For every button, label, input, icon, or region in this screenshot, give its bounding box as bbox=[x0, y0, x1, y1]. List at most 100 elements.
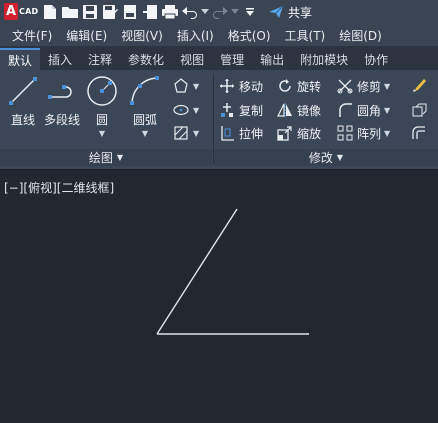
draw-panel-dropdown-icon: ▼ bbox=[116, 153, 124, 162]
hatch-dropdown-icon[interactable]: ▼ bbox=[193, 129, 199, 138]
explode-icon bbox=[410, 101, 428, 119]
undo-dropdown-icon[interactable] bbox=[200, 2, 210, 22]
ellipse-icon bbox=[172, 101, 190, 119]
draw-panel-label: 绘图 bbox=[88, 151, 113, 165]
menu-edit[interactable]: 编辑(E) bbox=[52, 27, 107, 44]
array-tool[interactable]: 阵列 ▼ bbox=[336, 123, 390, 143]
mirror-label: 镜像 bbox=[297, 103, 322, 118]
offset-tool[interactable] bbox=[410, 123, 428, 143]
tab-manage[interactable]: 管理 bbox=[212, 48, 252, 70]
fillet-icon bbox=[336, 101, 354, 119]
arc-icon bbox=[128, 74, 162, 108]
line-tool[interactable]: 直线 bbox=[3, 74, 43, 128]
erase-tool[interactable] bbox=[410, 76, 428, 96]
open-folder-icon[interactable] bbox=[60, 2, 80, 22]
tab-output[interactable]: 输出 bbox=[252, 48, 292, 70]
erase-icon bbox=[410, 77, 428, 95]
stretch-label: 拉伸 bbox=[239, 126, 264, 141]
drawn-line-diagonal[interactable] bbox=[156, 208, 238, 335]
mirror-icon bbox=[276, 101, 294, 119]
tab-addins[interactable]: 附加模块 bbox=[292, 48, 356, 70]
share-button[interactable]: 共享 bbox=[268, 4, 312, 21]
trim-tool[interactable]: 修剪 ▼ bbox=[336, 76, 390, 96]
circle-dropdown-icon[interactable]: ▼ bbox=[99, 129, 105, 138]
quick-access-toolbar: A CAD 共享 bbox=[0, 0, 438, 24]
polygon-icon bbox=[172, 77, 190, 95]
publish-icon[interactable] bbox=[120, 2, 140, 22]
polyline-tool[interactable]: 多段线 bbox=[42, 74, 82, 128]
hatch-tool[interactable]: ▼ bbox=[172, 123, 199, 143]
move-icon bbox=[218, 77, 236, 95]
arc-dropdown-icon[interactable]: ▼ bbox=[142, 129, 148, 138]
move-tool[interactable]: 移动 bbox=[218, 76, 263, 96]
mirror-tool[interactable]: 镜像 bbox=[276, 100, 321, 120]
polygon-dropdown-icon[interactable]: ▼ bbox=[193, 82, 199, 91]
menu-insert[interactable]: 插入(I) bbox=[163, 27, 214, 44]
drawing-canvas[interactable]: [−][俯视][二维线框] bbox=[0, 171, 438, 423]
trim-label: 修剪 bbox=[357, 79, 382, 94]
fillet-tool[interactable]: 圆角 ▼ bbox=[336, 100, 390, 120]
scale-tool[interactable]: 缩放 bbox=[276, 123, 321, 143]
app-logo-letter: A bbox=[4, 3, 18, 20]
hatch-icon bbox=[172, 124, 190, 142]
ellipse-tool[interactable]: ▼ bbox=[172, 100, 199, 120]
menu-draw[interactable]: 绘图(D) bbox=[325, 27, 382, 44]
stretch-icon bbox=[218, 124, 236, 142]
customize-dropdown-icon[interactable] bbox=[240, 2, 260, 22]
rotate-icon bbox=[276, 77, 294, 95]
rotate-tool[interactable]: 旋转 bbox=[276, 76, 321, 96]
save-as-icon[interactable] bbox=[100, 2, 120, 22]
tab-view[interactable]: 视图 bbox=[172, 48, 212, 70]
redo-icon[interactable] bbox=[210, 2, 230, 22]
tab-annotate[interactable]: 注释 bbox=[80, 48, 120, 70]
rectangle-polygon-tool[interactable]: ▼ bbox=[172, 76, 199, 96]
copy-tool[interactable]: 复制 bbox=[218, 100, 263, 120]
stretch-tool[interactable]: 拉伸 bbox=[218, 123, 263, 143]
undo-icon[interactable] bbox=[180, 2, 200, 22]
ribbon-panel: 直线 多段线 圆 ▼ 圆弧 ▼ ▼ ▼ ▼ 绘图 ▼ 移动 旋转 修剪 ▼ 复制… bbox=[0, 70, 438, 170]
new-file-icon[interactable] bbox=[40, 2, 60, 22]
menu-bar: 文件(F) 编辑(E) 视图(V) 插入(I) 格式(O) 工具(T) 绘图(D… bbox=[0, 24, 438, 46]
share-icon bbox=[269, 5, 284, 18]
ribbon-tabs: 默认 插入 注释 参数化 视图 管理 输出 附加模块 协作 bbox=[0, 46, 438, 70]
array-label: 阵列 bbox=[357, 126, 382, 141]
arc-tool[interactable]: 圆弧 ▼ bbox=[125, 74, 165, 138]
polyline-icon bbox=[45, 74, 79, 108]
tab-collaborate[interactable]: 协作 bbox=[356, 48, 396, 70]
save-icon[interactable] bbox=[80, 2, 100, 22]
app-logo[interactable]: A CAD bbox=[2, 1, 40, 23]
polyline-label: 多段线 bbox=[43, 113, 80, 127]
ellipse-dropdown-icon[interactable]: ▼ bbox=[193, 106, 199, 115]
circle-icon bbox=[85, 74, 119, 108]
menu-format[interactable]: 格式(O) bbox=[214, 27, 271, 44]
app-logo-text: CAD bbox=[19, 7, 39, 16]
tab-default[interactable]: 默认 bbox=[0, 48, 41, 70]
fillet-label: 圆角 bbox=[357, 103, 382, 118]
tab-parametric[interactable]: 参数化 bbox=[120, 48, 172, 70]
modify-panel-dropdown-icon: ▼ bbox=[336, 153, 344, 162]
scale-label: 缩放 bbox=[297, 126, 322, 141]
fillet-dropdown-icon[interactable]: ▼ bbox=[384, 106, 390, 115]
trim-icon bbox=[336, 77, 354, 95]
redo-dropdown-icon[interactable] bbox=[230, 2, 240, 22]
scale-icon bbox=[276, 124, 294, 142]
arc-label: 圆弧 bbox=[132, 113, 157, 127]
print-icon[interactable] bbox=[160, 2, 180, 22]
trim-dropdown-icon[interactable]: ▼ bbox=[384, 82, 390, 91]
array-dropdown-icon[interactable]: ▼ bbox=[384, 129, 390, 138]
menu-file[interactable]: 文件(F) bbox=[0, 27, 52, 44]
copy-icon bbox=[218, 101, 236, 119]
modify-panel-title[interactable]: 修改 ▼ bbox=[214, 149, 438, 166]
menu-tools[interactable]: 工具(T) bbox=[271, 27, 326, 44]
circle-tool[interactable]: 圆 ▼ bbox=[82, 74, 122, 138]
move-label: 移动 bbox=[239, 79, 264, 94]
explode-tool[interactable] bbox=[410, 100, 428, 120]
menu-view[interactable]: 视图(V) bbox=[107, 27, 163, 44]
array-icon bbox=[336, 124, 354, 142]
tab-insert[interactable]: 插入 bbox=[40, 48, 80, 70]
line-label: 直线 bbox=[10, 113, 35, 127]
copy-label: 复制 bbox=[239, 103, 264, 118]
draw-panel-title[interactable]: 绘图 ▼ bbox=[0, 149, 212, 166]
import-icon[interactable] bbox=[140, 2, 160, 22]
line-icon bbox=[6, 74, 40, 108]
